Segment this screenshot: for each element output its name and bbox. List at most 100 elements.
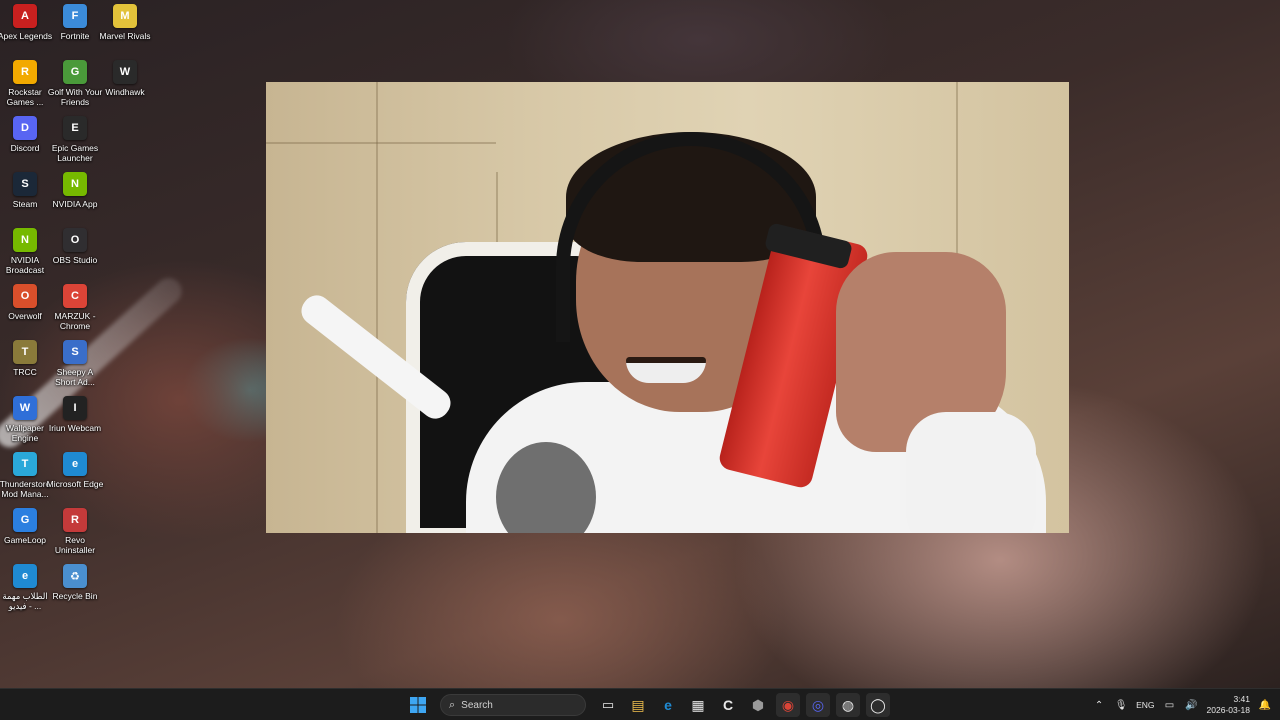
taskbar-app-button[interactable]: ◎ xyxy=(806,693,830,717)
microsoft-store-icon: ▦ xyxy=(691,696,705,713)
edge-icon: e xyxy=(664,697,672,713)
taskbar-app-button[interactable]: e xyxy=(656,693,680,717)
sheepy-icon: S xyxy=(63,340,87,364)
desktop-icon-label: NVIDIA App xyxy=(52,199,98,209)
desktop-icon[interactable]: G GameLoop xyxy=(0,508,50,545)
wall-panel-line xyxy=(376,82,378,533)
clock-time: 3:41 xyxy=(1233,694,1250,704)
discord-icon: ◎ xyxy=(811,696,825,713)
nvidia-broadcast-icon: N xyxy=(13,228,37,252)
desktop-icon[interactable]: F Fortnite xyxy=(50,4,100,41)
edge-shortcut-icon: e xyxy=(13,564,37,588)
desktop-icon[interactable]: O OBS Studio xyxy=(50,228,100,265)
desktop-icon[interactable]: R Revo Uninstaller xyxy=(50,508,100,555)
chevron-up-icon[interactable]: ⌃ xyxy=(1092,698,1106,712)
chrome-icon: C xyxy=(63,284,87,308)
desktop-icon[interactable]: M Marvel Rivals xyxy=(99,4,151,41)
desktop-icon[interactable]: S Steam xyxy=(0,172,50,209)
task-view-icon: ▭ xyxy=(601,697,615,712)
file-explorer-icon: ▤ xyxy=(631,696,645,713)
gameloop-icon: G xyxy=(13,508,37,532)
desktop-icon[interactable]: e Microsoft Edge xyxy=(47,452,103,489)
desktop-icon[interactable]: W Wallpaper Engine xyxy=(0,396,50,443)
language-indicator[interactable]: ENG xyxy=(1136,700,1154,710)
edge-icon: e xyxy=(63,452,87,476)
desktop-icon[interactable]: S Sheepy A Short Ad... xyxy=(50,340,100,387)
clock-date: 2026-03-18 xyxy=(1206,705,1250,715)
fortnite-icon: F xyxy=(63,4,87,28)
taskbar-app-button[interactable]: C xyxy=(716,693,740,717)
marvel-rivals-icon: M xyxy=(113,4,137,28)
apex-legends-icon: A xyxy=(13,4,37,28)
desktop-icon[interactable]: D Discord xyxy=(0,116,50,153)
golf-with-your-friends-icon: G xyxy=(63,60,87,84)
desktop-icon[interactable]: W Windhawk xyxy=(100,60,150,97)
search-placeholder: Search xyxy=(461,699,493,711)
person-smile xyxy=(626,357,706,383)
windhawk-icon: W xyxy=(113,60,137,84)
desktop-icon[interactable]: T Thunderstore Mod Mana... xyxy=(0,452,50,499)
network-icon[interactable]: ▭ xyxy=(1163,698,1177,712)
task-view-button[interactable]: ▭ xyxy=(596,693,620,717)
taskbar-app-button[interactable]: ▦ xyxy=(686,693,710,717)
desktop-icon-label: Windhawk xyxy=(105,87,145,97)
obs-studio-icon: ◍ xyxy=(841,696,855,713)
webcam-video-window[interactable] xyxy=(266,82,1069,533)
microphone-icon[interactable]: 🎙 xyxy=(1114,698,1128,712)
desktop-icon-label: Sheepy A Short Ad... xyxy=(55,367,95,387)
wall-panel-line xyxy=(266,142,496,144)
taskbar-center: ⌕ Search ▭ ▤ e ▦ C ⬢ ◉ ◎ ◍ ◯ xyxy=(406,689,890,720)
clock[interactable]: 3:41 2026-03-18 xyxy=(1207,694,1250,716)
taskbar-app-button[interactable]: ◍ xyxy=(836,693,860,717)
steam-icon: S xyxy=(13,172,37,196)
discord-icon: D xyxy=(13,116,37,140)
app-hex-icon: ⬢ xyxy=(751,696,765,713)
taskbar-apps: ▤ e ▦ C ⬢ ◉ ◎ ◍ ◯ xyxy=(626,693,890,717)
taskbar-app-button[interactable]: ◯ xyxy=(866,693,890,717)
nvidia-app-icon: N xyxy=(63,172,87,196)
thunderstore-icon: T xyxy=(13,452,37,476)
volume-icon[interactable]: 🔊 xyxy=(1185,698,1199,712)
rockstar-games-icon: R xyxy=(13,60,37,84)
obs-studio-icon: O xyxy=(63,228,87,252)
taskbar-app-button[interactable]: ⬢ xyxy=(746,693,770,717)
desktop-icon-label: OBS Studio xyxy=(52,255,98,265)
desktop-icon-label: Epic Games Launcher xyxy=(51,143,99,163)
system-tray: ⌃ 🎙 ENG ▭ 🔊 3:41 2026-03-18 🔔 xyxy=(1092,689,1272,720)
windows-logo-icon xyxy=(410,697,426,713)
desktop-icon[interactable]: N NVIDIA Broadcast xyxy=(0,228,50,275)
desktop-icon[interactable]: ♻ Recycle Bin xyxy=(50,564,100,601)
wallpaper-engine-icon: W xyxy=(13,396,37,420)
notification-icon[interactable]: 🔔 xyxy=(1258,698,1272,712)
overwolf-icon: O xyxy=(13,284,37,308)
desktop-icon[interactable]: E Epic Games Launcher xyxy=(50,116,100,163)
desktop-icon-label: Microsoft Edge xyxy=(46,479,104,489)
desktop-icon[interactable]: e الطلاب مهمة فيديو - ... xyxy=(0,564,50,611)
desktop-icon[interactable]: G Golf With Your Friends xyxy=(48,60,102,107)
iriun-webcam-icon: ◯ xyxy=(870,696,886,713)
ctrl-app-icon: C xyxy=(722,697,734,713)
desktop-icon[interactable]: C MARZUK - Chrome xyxy=(50,284,100,331)
start-button[interactable] xyxy=(406,693,430,717)
desktop-icon-label: Marvel Rivals xyxy=(99,31,151,41)
desktop-icon[interactable]: N NVIDIA App xyxy=(50,172,100,209)
desktop-icon-label: MARZUK - Chrome xyxy=(54,311,96,331)
desktop-icon[interactable]: R Rockstar Games ... xyxy=(0,60,50,107)
person-arm xyxy=(906,412,1036,533)
epic-games-launcher-icon: E xyxy=(63,116,87,140)
desktop-icon-label: Iriun Webcam xyxy=(48,423,102,433)
taskbar-app-button[interactable]: ◉ xyxy=(776,693,800,717)
taskbar-search-box[interactable]: ⌕ Search xyxy=(440,694,586,716)
trcc-icon: T xyxy=(13,340,37,364)
search-icon: ⌕ xyxy=(449,698,456,711)
recycle-bin-icon: ♻ xyxy=(63,564,87,588)
desktop-icon[interactable]: T TRCC xyxy=(0,340,50,377)
desktop-icon-label: Revo Uninstaller xyxy=(54,535,96,555)
iriun-webcam-icon: I xyxy=(63,396,87,420)
desktop-icon[interactable]: I Iriun Webcam xyxy=(49,396,101,433)
taskbar-app-button[interactable]: ▤ xyxy=(626,693,650,717)
desktop-icon[interactable]: A Apex Legends xyxy=(0,4,52,41)
chrome-icon: ◉ xyxy=(781,696,795,713)
taskbar: ⌕ Search ▭ ▤ e ▦ C ⬢ ◉ ◎ ◍ ◯ ⌃ 🎙 ENG ▭ 🔊 3:41 20… xyxy=(0,688,1280,720)
desktop-icon[interactable]: O Overwolf xyxy=(0,284,50,321)
